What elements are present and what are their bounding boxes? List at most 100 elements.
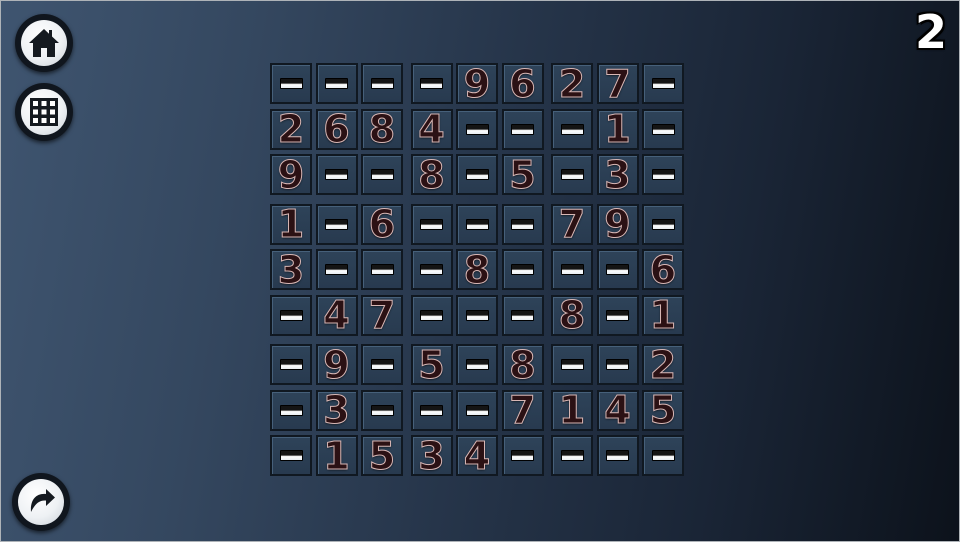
sudoku-cell-r5c1[interactable]: 3 bbox=[270, 249, 312, 290]
sudoku-cell-r3c8[interactable]: 3 bbox=[596, 154, 639, 195]
sudoku-cell-r4c2[interactable] bbox=[315, 203, 358, 245]
sudoku-cell-r7c8[interactable] bbox=[596, 344, 639, 385]
level-select-button[interactable] bbox=[15, 83, 73, 141]
sudoku-cell-r3c9[interactable] bbox=[642, 154, 684, 195]
sudoku-cell-r7c9[interactable]: 2 bbox=[642, 344, 684, 385]
cell-digit: 1 bbox=[604, 107, 631, 151]
sudoku-cell-r2c9[interactable] bbox=[642, 108, 684, 150]
sudoku-cell-r3c5[interactable] bbox=[456, 154, 498, 195]
sudoku-cell-r9c4[interactable]: 3 bbox=[410, 435, 453, 476]
cell-digit: 8 bbox=[558, 293, 586, 337]
sudoku-cell-r5c2[interactable] bbox=[315, 249, 358, 290]
sudoku-cell-r8c9[interactable]: 5 bbox=[642, 389, 684, 431]
sudoku-cell-r4c1[interactable]: 1 bbox=[270, 203, 312, 245]
sudoku-cell-r2c6[interactable] bbox=[501, 108, 544, 150]
sudoku-cell-r9c2[interactable]: 1 bbox=[315, 435, 358, 476]
sudoku-cell-r3c2[interactable] bbox=[315, 154, 358, 195]
sudoku-cell-r6c8[interactable] bbox=[596, 294, 639, 336]
sudoku-cell-r6c3[interactable]: 7 bbox=[361, 294, 403, 336]
sudoku-cell-r8c6[interactable]: 7 bbox=[501, 389, 544, 431]
sudoku-cell-r3c4[interactable]: 8 bbox=[410, 154, 453, 195]
sudoku-cell-r3c3[interactable] bbox=[361, 154, 403, 195]
sudoku-cell-r1c4[interactable] bbox=[410, 63, 453, 104]
restart-button[interactable] bbox=[12, 473, 70, 531]
sudoku-cell-r6c7[interactable]: 8 bbox=[551, 293, 593, 337]
sudoku-cell-r2c3[interactable]: 8 bbox=[361, 108, 403, 150]
sudoku-cell-r5c4[interactable] bbox=[410, 249, 453, 290]
sudoku-cell-r2c7[interactable] bbox=[551, 108, 593, 150]
sudoku-cell-r6c4[interactable] bbox=[410, 294, 453, 336]
sudoku-cell-r3c6[interactable]: 5 bbox=[501, 154, 544, 195]
sudoku-cell-r5c8[interactable] bbox=[596, 249, 639, 290]
sudoku-cell-r1c3[interactable] bbox=[361, 63, 403, 104]
sudoku-cell-r9c7[interactable] bbox=[551, 435, 593, 476]
sudoku-cell-r5c5[interactable]: 8 bbox=[456, 249, 498, 290]
home-icon bbox=[29, 29, 59, 57]
empty-cell-marker bbox=[606, 264, 629, 275]
sudoku-cell-r9c8[interactable] bbox=[596, 435, 639, 476]
sudoku-cell-r3c7[interactable] bbox=[551, 154, 593, 195]
sudoku-cell-r4c3[interactable]: 6 bbox=[361, 203, 403, 245]
sudoku-cell-r7c2[interactable]: 9 bbox=[315, 344, 358, 385]
sudoku-cell-r6c2[interactable]: 4 bbox=[315, 293, 358, 337]
sudoku-cell-r8c4[interactable] bbox=[410, 389, 453, 431]
sudoku-cell-r1c8[interactable]: 7 bbox=[596, 63, 639, 104]
sudoku-cell-r1c7[interactable]: 2 bbox=[551, 63, 593, 104]
sudoku-cell-r2c1[interactable]: 2 bbox=[270, 108, 312, 150]
sudoku-cell-r2c4[interactable]: 4 bbox=[410, 108, 453, 150]
sudoku-cell-r8c7[interactable]: 1 bbox=[551, 389, 593, 431]
empty-cell-marker bbox=[511, 309, 534, 321]
sudoku-cell-r6c1[interactable] bbox=[270, 294, 312, 336]
sudoku-cell-r7c3[interactable] bbox=[361, 344, 403, 385]
empty-cell-marker bbox=[465, 169, 489, 180]
empty-cell-marker bbox=[325, 78, 348, 89]
sudoku-cell-r8c3[interactable] bbox=[361, 389, 403, 431]
sudoku-cell-r7c1[interactable] bbox=[270, 344, 312, 385]
empty-cell-marker bbox=[560, 359, 584, 370]
sudoku-cell-r5c6[interactable] bbox=[501, 249, 544, 290]
sudoku-cell-r5c7[interactable] bbox=[551, 249, 593, 290]
sudoku-cell-r2c5[interactable] bbox=[456, 108, 498, 150]
sudoku-cell-r9c3[interactable]: 5 bbox=[361, 435, 403, 476]
sudoku-cell-r3c1[interactable]: 9 bbox=[270, 154, 312, 195]
cell-digit: 3 bbox=[277, 247, 305, 292]
sudoku-cell-r5c9[interactable]: 6 bbox=[642, 249, 684, 290]
sudoku-cell-r4c6[interactable] bbox=[501, 203, 544, 245]
sudoku-cell-r4c9[interactable] bbox=[642, 203, 684, 245]
sudoku-cell-r8c8[interactable]: 4 bbox=[596, 389, 639, 431]
sudoku-cell-r1c1[interactable] bbox=[270, 63, 312, 104]
sudoku-cell-r7c5[interactable] bbox=[456, 344, 498, 385]
sudoku-cell-r4c8[interactable]: 9 bbox=[596, 203, 639, 245]
sudoku-cell-r9c9[interactable] bbox=[642, 435, 684, 476]
empty-cell-marker bbox=[420, 309, 443, 321]
sudoku-cell-r6c9[interactable]: 1 bbox=[642, 294, 684, 336]
cell-digit: 9 bbox=[463, 61, 491, 106]
sudoku-cell-r4c5[interactable] bbox=[456, 203, 498, 245]
sudoku-cell-r8c1[interactable] bbox=[270, 389, 312, 431]
home-button[interactable] bbox=[15, 14, 73, 72]
sudoku-cell-r6c6[interactable] bbox=[501, 294, 544, 336]
sudoku-cell-r4c4[interactable] bbox=[410, 203, 453, 245]
sudoku-cell-r9c5[interactable]: 4 bbox=[456, 435, 498, 476]
sudoku-cell-r7c7[interactable] bbox=[551, 344, 593, 385]
sudoku-cell-r4c7[interactable]: 7 bbox=[551, 202, 593, 246]
sudoku-cell-r2c8[interactable]: 1 bbox=[596, 107, 639, 151]
sudoku-cell-r6c5[interactable] bbox=[456, 294, 498, 336]
sudoku-cell-r1c5[interactable]: 9 bbox=[456, 63, 498, 104]
empty-cell-marker bbox=[511, 123, 534, 135]
sudoku-cell-r8c5[interactable] bbox=[456, 389, 498, 431]
sudoku-cell-r9c6[interactable] bbox=[501, 435, 544, 476]
sudoku-cell-r5c3[interactable] bbox=[361, 249, 403, 290]
empty-cell-marker bbox=[606, 309, 629, 321]
sudoku-cell-r1c2[interactable] bbox=[315, 63, 358, 104]
cell-digit: 6 bbox=[323, 107, 350, 151]
sudoku-cell-r9c1[interactable] bbox=[270, 435, 312, 476]
sudoku-cell-r7c4[interactable]: 5 bbox=[410, 344, 453, 385]
sudoku-cell-r8c2[interactable]: 3 bbox=[315, 389, 358, 431]
cell-digit: 7 bbox=[558, 202, 586, 246]
cell-digit: 4 bbox=[323, 293, 350, 337]
sudoku-cell-r7c6[interactable]: 8 bbox=[501, 344, 544, 385]
sudoku-cell-r1c6[interactable]: 6 bbox=[501, 63, 544, 104]
sudoku-cell-r2c2[interactable]: 6 bbox=[315, 107, 358, 151]
sudoku-cell-r1c9[interactable] bbox=[642, 63, 684, 104]
